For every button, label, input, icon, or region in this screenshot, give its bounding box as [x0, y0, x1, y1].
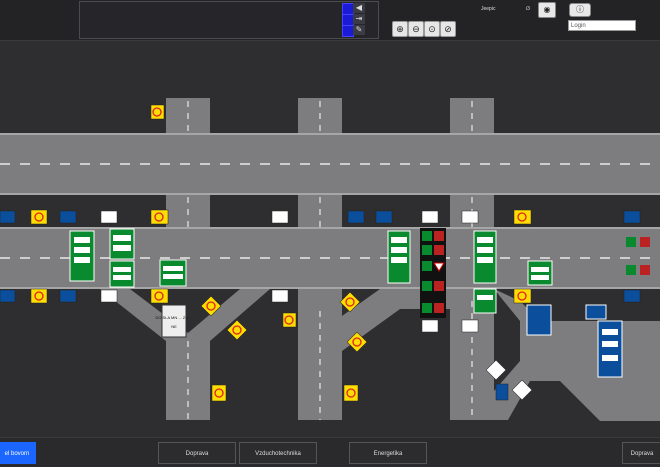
zoom-fit-icon[interactable]: ⊙: [424, 21, 440, 37]
camera-status: i3: [526, 6, 530, 12]
info-icon[interactable]: ⓘ: [569, 3, 591, 17]
tab-energetika[interactable]: Energetika: [349, 442, 427, 464]
lane-sign-8[interactable]: [623, 210, 641, 224]
guide-sign-7[interactable]: [473, 288, 497, 314]
guide-sign-4[interactable]: [159, 259, 187, 287]
lane-sign-13[interactable]: [461, 319, 479, 333]
lane-sign-4[interactable]: [347, 210, 365, 224]
bottom-tabbar: el bovorn Doprava Vzduchotechnika Energe…: [0, 437, 660, 467]
guide-sign-1[interactable]: [69, 230, 95, 282]
speaker-icon[interactable]: ◀: [353, 3, 365, 13]
speed-sign-5[interactable]: [30, 288, 48, 304]
lane-sign-15[interactable]: [495, 383, 509, 401]
zoom-in-icon[interactable]: ⊕: [392, 21, 408, 37]
lane-signals[interactable]: [420, 228, 446, 318]
road-branch-4: [494, 289, 660, 421]
top-toolbar: ◀ ⇥ ✎ ⊕ ⊖ ⊙ ⊘ Jeepic i3 ◉ ⓘ Login: [0, 0, 660, 41]
guide-sign-8[interactable]: [527, 260, 553, 286]
tab-vzduchotechnika[interactable]: Vzduchotechnika: [239, 442, 317, 464]
speed-sign-4[interactable]: [513, 209, 532, 225]
lane-sign-12[interactable]: [421, 319, 439, 333]
speed-sign-7[interactable]: [513, 288, 532, 304]
lane-sign-14[interactable]: [623, 289, 641, 303]
guide-sign-6[interactable]: [473, 230, 497, 284]
lane-sign-6[interactable]: [421, 210, 439, 224]
lane-sign-10[interactable]: [59, 289, 77, 303]
lane-sign-2[interactable]: [59, 210, 77, 224]
tab-doprava[interactable]: Doprava: [158, 442, 236, 464]
zoom-reset-icon[interactable]: ⊘: [440, 21, 456, 37]
tab-doprava-2[interactable]: Doprava: [622, 442, 660, 464]
speed-sign-3[interactable]: [150, 209, 169, 225]
message-panel: [79, 1, 379, 39]
blue-small-sign[interactable]: [585, 304, 607, 320]
guide-sign-5[interactable]: [387, 230, 411, 284]
login-field[interactable]: Login: [568, 20, 636, 31]
lane-sign-9[interactable]: [0, 289, 16, 303]
lane-sign-11[interactable]: [100, 289, 118, 303]
vms-text-2: NE: [171, 324, 177, 329]
guide-sign-2[interactable]: [109, 228, 135, 260]
lane-sign-7[interactable]: [461, 210, 479, 224]
lane-sign-5[interactable]: [375, 210, 393, 224]
portal-sign[interactable]: [597, 320, 623, 378]
camera-icon[interactable]: ◉: [538, 2, 556, 18]
camera-label: Jeepic: [481, 6, 496, 12]
speed-sign-9[interactable]: [343, 384, 359, 402]
tunnel-schematic: DO SLA MN ... ZU ... NE: [0, 98, 660, 421]
blue-info-sign[interactable]: [526, 304, 552, 336]
speed-sign-8[interactable]: [211, 384, 227, 402]
speed-sign-6[interactable]: [150, 288, 169, 304]
warning-sign-2[interactable]: [271, 289, 289, 303]
vms-text-1: DO SLA MN ... ZU ...: [155, 315, 192, 320]
guide-sign-3[interactable]: [109, 260, 135, 288]
warning-sign-1[interactable]: [271, 210, 289, 224]
speed-sign-2[interactable]: [30, 209, 48, 225]
lane-sign-3[interactable]: [100, 210, 118, 224]
settings-icon[interactable]: ✎: [353, 25, 365, 35]
tab-overview[interactable]: el bovorn: [0, 442, 36, 464]
zoom-out-icon[interactable]: ⊖: [408, 21, 424, 37]
lane-sign-1[interactable]: [0, 210, 16, 224]
skip-icon[interactable]: ⇥: [353, 14, 365, 24]
